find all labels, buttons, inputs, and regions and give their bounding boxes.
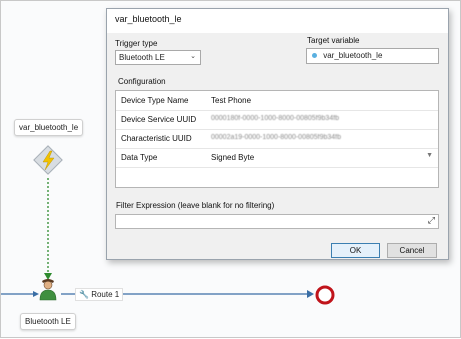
config-row-value[interactable]: Signed Byte <box>211 153 254 162</box>
actor-node-label[interactable]: Bluetooth LE <box>20 313 76 330</box>
config-row[interactable]: Data Type Signed Byte ▼ <box>116 148 438 168</box>
lightning-bolt-icon[interactable] <box>33 145 63 175</box>
trigger-type-select[interactable]: Bluetooth LE ⌄ <box>115 50 201 65</box>
dialog-title: var_bluetooth_le <box>115 14 182 24</box>
chevron-down-icon: ⌄ <box>190 53 196 60</box>
target-variable-value: var_bluetooth_le <box>323 51 383 60</box>
config-row[interactable]: Device Type Name Test Phone <box>116 91 438 111</box>
trigger-connector-arrow <box>44 273 52 280</box>
config-row[interactable]: Characteristic UUID 00002a19-0000-1000-8… <box>116 129 438 149</box>
route-label[interactable]: 🔧 Route 1 <box>75 288 124 301</box>
config-row-value[interactable]: 00002a19-0000-1000-8000-00805f9b34fb <box>211 134 341 141</box>
config-row-key: Data Type <box>121 153 158 162</box>
route-arrow <box>307 290 314 298</box>
config-row-key: Device Type Name <box>121 96 189 105</box>
trigger-type-value: Bluetooth LE <box>119 53 165 62</box>
trigger-type-label: Trigger type <box>115 39 158 48</box>
variable-dot-icon <box>312 53 317 59</box>
cancel-button[interactable]: Cancel <box>387 243 437 258</box>
expand-arrows-icon[interactable]: ⤢ <box>428 215 435 226</box>
configuration-label: Configuration <box>118 77 166 86</box>
route-label-text: Route 1 <box>91 290 120 299</box>
person-icon[interactable] <box>39 279 57 301</box>
target-variable-label: Target variable <box>307 36 360 45</box>
wrench-icon: 🔧 <box>79 290 89 299</box>
trigger-dialog: var_bluetooth_le Trigger type Bluetooth … <box>106 8 449 260</box>
config-row-value[interactable]: 0000180f-0000-1000-8000-00805f9b34fb <box>211 115 339 122</box>
chevron-down-icon[interactable]: ▼ <box>426 152 433 159</box>
config-row-key: Characteristic UUID <box>121 134 192 143</box>
end-circle-icon[interactable] <box>315 285 335 305</box>
ok-button[interactable]: OK <box>331 243 380 258</box>
target-variable-field[interactable]: var_bluetooth_le <box>306 48 439 64</box>
dialog-body: Trigger type Bluetooth LE ⌄ Target varia… <box>107 33 448 259</box>
filter-expression-label: Filter Expression (leave blank for no fi… <box>116 201 275 210</box>
configuration-grid: Device Type Name Test Phone Device Servi… <box>115 90 439 188</box>
filter-expression-input[interactable]: ⤢ <box>115 214 439 229</box>
config-row-value[interactable]: Test Phone <box>211 96 251 105</box>
config-row[interactable]: Device Service UUID 0000180f-0000-1000-8… <box>116 110 438 130</box>
config-row-key: Device Service UUID <box>121 115 197 124</box>
incoming-flow-arrow <box>33 291 39 297</box>
